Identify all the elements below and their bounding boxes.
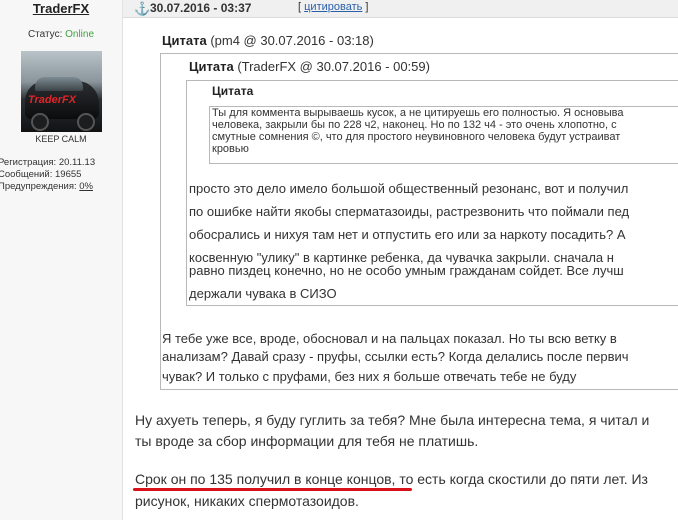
quote-text-line: просто это дело имело большой общественн… [189, 181, 629, 196]
avatar-car-window [35, 77, 83, 91]
quote-text-line: равно пиздец конечно, но не особо умным … [189, 263, 624, 278]
stat-value-link[interactable]: 0% [79, 181, 93, 192]
user-stat-warnings: Предупреждения: 0% [0, 181, 93, 192]
user-stat-registration: Регистрация: 20.11.13 [0, 157, 95, 168]
quote-meta: (pm4 @ 30.07.2016 - 03:18) [210, 33, 374, 48]
quote-text-line: кровью [212, 143, 249, 155]
avatar-wheel [31, 113, 49, 131]
quote-text-line: по ошибке найти якобы сперматазоиды, рас… [189, 204, 630, 219]
stat-value: 20.11.13 [58, 157, 96, 168]
bracket-open: [ [298, 1, 302, 13]
stat-label: Регистрация: [0, 157, 57, 168]
reply-text-line: ты вроде за сбор информации для тебя не … [135, 433, 479, 449]
post-header: ⚓ 30.07.2016 - 03:37 [ цитировать ] [123, 0, 678, 18]
stat-label: Предупреждения: [0, 181, 77, 192]
anchor-icon[interactable]: ⚓ [134, 1, 150, 17]
user-title: KEEP CALM [35, 134, 87, 144]
quote-text-line: Ты для коммента вырываешь кусок, а не ци… [212, 107, 624, 119]
bracket-close: ] [365, 1, 369, 13]
quote-label: Цитата [189, 59, 234, 74]
quote-meta: (TraderFX @ 30.07.2016 - 00:59) [237, 59, 430, 74]
user-stat-posts: Сообщений: 19655 [0, 169, 81, 180]
user-status: Статус: Online [0, 29, 122, 40]
quote-label: Цитата [212, 84, 254, 98]
user-info-column: TraderFX Статус: Online TraderFX KEEP CA… [0, 0, 123, 520]
username-link[interactable]: TraderFX [0, 1, 122, 16]
avatar[interactable]: TraderFX [21, 51, 102, 132]
quote-text-line: анализам? Давай сразу - пруфы, ссылки ес… [162, 349, 629, 364]
quote-text-line: держали чувака в СИЗО [189, 286, 337, 301]
quote-header: Цитата (pm4 @ 30.07.2016 - 03:18) [162, 33, 374, 48]
stat-label: Сообщений: [0, 169, 53, 180]
quote-text-line: смутные сомнения ©, что для простого неу… [212, 131, 621, 143]
quote-header: Цитата [212, 84, 253, 98]
avatar-logo: TraderFX [28, 94, 77, 106]
reply-text-line: рисунок, никаких спермотазоидов. [135, 493, 359, 509]
status-value: Online [65, 29, 95, 40]
quote-text-line: обосрались и нихуя там нет и отпустить е… [189, 227, 626, 242]
stat-value: 19655 [55, 169, 82, 180]
quote-text-line: человека, закрыли бы по 228 ч2, наконец.… [212, 119, 617, 131]
status-label: Статус: [27, 29, 63, 40]
quote-text-line: чувак? И только с пруфами, без них я бол… [162, 369, 577, 384]
post-date: 30.07.2016 - 03:37 [150, 1, 252, 15]
quote-label: Цитата [162, 33, 207, 48]
avatar-wheel [77, 113, 95, 131]
quote-header: Цитата (TraderFX @ 30.07.2016 - 00:59) [189, 59, 430, 74]
quote-action: [ цитировать ] [298, 1, 368, 13]
quote-button[interactable]: цитировать [304, 1, 362, 13]
